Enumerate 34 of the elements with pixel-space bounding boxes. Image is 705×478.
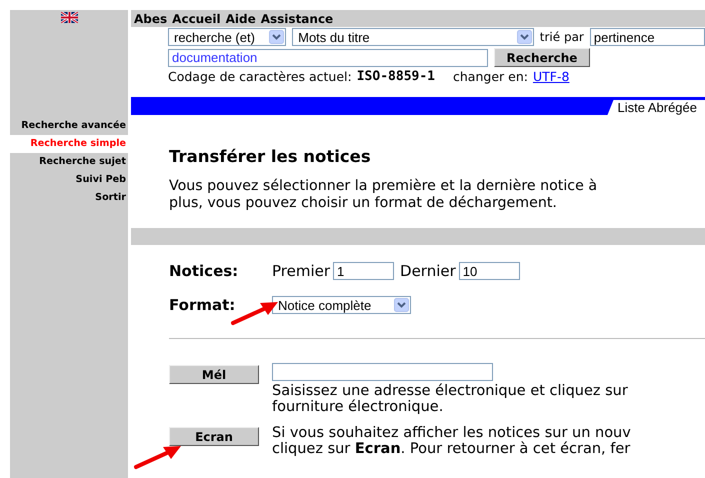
sort-field[interactable]: pertinence xyxy=(590,28,705,46)
dropdown-caret-icon xyxy=(394,298,409,312)
search-button[interactable]: Recherche xyxy=(494,48,590,67)
field-dropdown[interactable]: Mots du titre xyxy=(292,28,534,46)
page-title: Transférer les notices xyxy=(169,147,372,166)
screen-button[interactable]: Ecran xyxy=(169,427,259,446)
menu-link[interactable]: Aide xyxy=(226,12,256,26)
intro-text: Vous pouvez sélectionner la première et la dernière notice à plus, vous pouvez choisir un format de déchargement. xyxy=(169,178,598,212)
flag-icon[interactable] xyxy=(60,12,78,23)
format-dropdown[interactable]: Notice complète xyxy=(272,296,411,314)
menu-link[interactable]: Assistance xyxy=(260,12,334,26)
email-button[interactable]: Mél xyxy=(169,365,259,384)
operator-dropdown[interactable]: recherche (et) xyxy=(168,28,286,46)
dropdown-caret-icon xyxy=(516,30,532,44)
instruction-text: Saisissez une adresse électronique et cliquez sur fourniture électronique. xyxy=(272,383,628,415)
format-label: Format: xyxy=(169,296,236,314)
dropdown-caret-icon xyxy=(269,30,284,44)
notices-label: Notices: xyxy=(169,262,240,280)
last-label: Dernier xyxy=(400,262,456,280)
query-field[interactable]: documentation xyxy=(168,48,488,66)
encoding-label: Codage de caractères actuel: xyxy=(168,69,352,84)
last-field[interactable]: 10 xyxy=(458,262,520,280)
sidebar-item[interactable]: Recherche simple xyxy=(10,135,128,153)
menu-link[interactable]: Abes xyxy=(134,12,168,26)
encoding-value: ISO-8859-1 xyxy=(356,69,436,84)
sort-label: trié par xyxy=(540,30,584,44)
encoding-link[interactable]: UTF-8 xyxy=(532,69,570,84)
change-label: changer en: xyxy=(453,69,528,84)
instruction-text: Si vous souhaitez afficher les notices sur un nouv cliquez sur Ecran. Pour retourner à cet écran, fer xyxy=(272,425,631,457)
menu-link[interactable]: Accueil xyxy=(172,12,221,26)
first-field[interactable]: 1 xyxy=(333,262,394,280)
first-label: Premier xyxy=(272,262,330,280)
email-field[interactable] xyxy=(272,363,493,381)
view-tab[interactable]: Liste Abrégée xyxy=(607,100,705,115)
